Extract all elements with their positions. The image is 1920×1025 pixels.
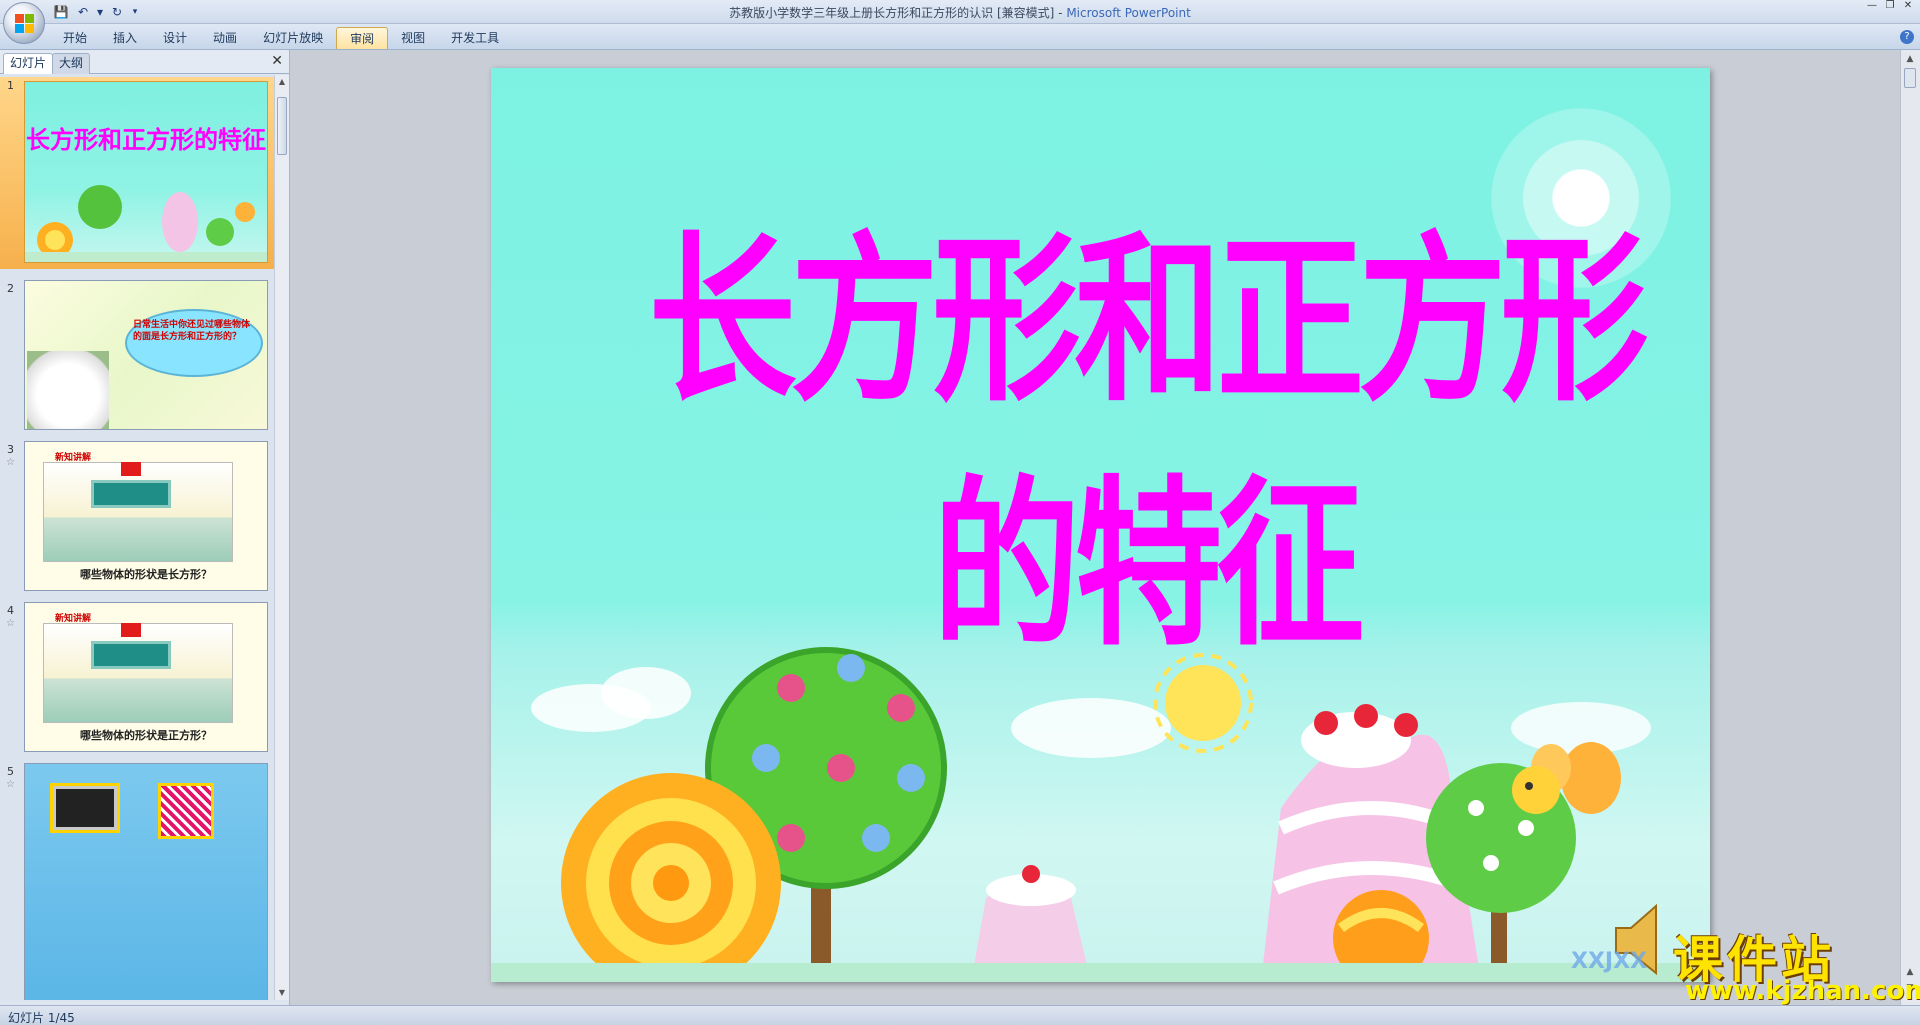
flag-image: [121, 462, 141, 476]
slide-preview: 新知讲解 哪些物体的形状是长方形？: [24, 441, 268, 591]
slide-thumbnail-5[interactable]: 5 ☆: [0, 763, 274, 1000]
slide-thumbnail-4[interactable]: 4 ☆ 新知讲解 哪些物体的形状是正方形？: [0, 602, 274, 754]
title-bar: 💾 ↶ ▾ ↻ ▾ 苏教版小学数学三年级上册长方形和正方形的认识 [兼容模式] …: [0, 0, 1920, 44]
scrollbar-thumb[interactable]: [1904, 68, 1916, 88]
thought-bubble-text: 日常生活中你还见过哪些物体的面是长方形和正方形的？: [133, 320, 251, 342]
slide-thumbnail-2[interactable]: 2 日常生活中你还见过哪些物体的面是长方形和正方形的？: [0, 280, 274, 432]
flag-image: [121, 623, 141, 637]
classroom-image: [43, 623, 233, 723]
tab-home[interactable]: 开始: [50, 27, 100, 49]
classroom-image: [43, 462, 233, 562]
slide-number: 4: [7, 604, 14, 617]
slide-preview: 新知讲解 哪些物体的形状是正方形？: [24, 602, 268, 752]
window-controls: — ❐ ✕: [1864, 1, 1916, 11]
slide-number: 3: [7, 443, 14, 456]
slide-preview: 长方形和正方形的特征: [24, 81, 268, 263]
window-title: 苏教版小学数学三年级上册长方形和正方形的认识 [兼容模式] - Microsof…: [729, 6, 1191, 20]
pane-tabs: 幻灯片 大纲 ✕: [0, 50, 289, 74]
editing-area-scrollbar[interactable]: ▲ ▲ ▼: [1900, 50, 1920, 1005]
current-slide[interactable]: 长方形和正方形的特征 XXJXX: [491, 68, 1710, 982]
office-button[interactable]: [3, 2, 45, 44]
scroll-down-icon[interactable]: ▼: [275, 986, 289, 1000]
animation-star-icon: ☆: [6, 618, 15, 629]
tab-developer[interactable]: 开发工具: [438, 27, 512, 49]
animation-star-icon: ☆: [6, 457, 15, 468]
slide-preview: [24, 763, 268, 1000]
office-logo-icon: [15, 14, 35, 34]
television-image: [53, 786, 117, 830]
minimize-icon[interactable]: —: [1864, 1, 1880, 11]
slides-pane-scrollbar[interactable]: ▲ ▼: [274, 75, 289, 1000]
close-icon[interactable]: ✕: [1900, 1, 1916, 11]
slide-thumbnail-1[interactable]: 1 长方形和正方形的特征: [0, 77, 274, 269]
watermark-brand: 课件站 www.kjzhan.com: [1665, 918, 1920, 1008]
close-icon[interactable]: ✕: [271, 53, 283, 69]
slide-preview-question: 哪些物体的形状是正方形？: [80, 729, 212, 742]
scroll-up-icon[interactable]: ▲: [1904, 54, 1916, 66]
animation-star-icon: ☆: [6, 779, 15, 790]
slide-preview: 日常生活中你还见过哪些物体的面是长方形和正方形的？: [24, 280, 268, 430]
slide-number: 5: [7, 765, 14, 778]
slide-watermark: XXJXX: [1571, 949, 1647, 974]
tab-animations[interactable]: 动画: [200, 27, 250, 49]
blackboard-image: [91, 641, 171, 669]
slide-thumbnail-3[interactable]: 3 ☆ 新知讲解 哪些物体的形状是长方形？: [0, 441, 274, 593]
help-icon[interactable]: ?: [1900, 30, 1914, 44]
restore-icon[interactable]: ❐: [1882, 1, 1898, 11]
blackboard-image: [91, 480, 171, 508]
tab-outline[interactable]: 大纲: [52, 53, 91, 74]
brand-url: www.kjzhan.com: [1685, 976, 1920, 1006]
square-pattern-image: [161, 786, 211, 836]
tab-review[interactable]: 审阅: [336, 27, 389, 49]
slide-number: 2: [7, 282, 14, 295]
tab-slide-show[interactable]: 幻灯片放映: [250, 27, 336, 49]
status-bar: 幻灯片 1/45: [0, 1005, 1920, 1025]
slide-preview-question: 哪些物体的形状是长方形？: [80, 568, 212, 581]
candy-land-illustration: XXJXX: [491, 647, 1710, 982]
tab-design[interactable]: 设计: [150, 27, 200, 49]
slides-pane: 幻灯片 大纲 ✕ 1 长方形和正方形的特征 2 日常生活中你还见过哪些物体的面是…: [0, 50, 290, 1005]
tab-slides[interactable]: 幻灯片: [3, 53, 54, 74]
sheep-character-image: [27, 351, 109, 429]
slide-thumbnails: 1 长方形和正方形的特征 2 日常生活中你还见过哪些物体的面是长方形和正方形的？…: [0, 75, 274, 1000]
tab-insert[interactable]: 插入: [100, 27, 150, 49]
slide-counter: 幻灯片 1/45: [8, 1011, 75, 1025]
scroll-up-icon[interactable]: ▲: [275, 75, 289, 89]
scrollbar-thumb[interactable]: [277, 97, 287, 155]
slide-number: 1: [7, 79, 14, 92]
tab-view[interactable]: 视图: [388, 27, 438, 49]
candy-scenery-image: [25, 185, 267, 262]
ribbon: 开始 插入 设计 动画 幻灯片放映 审阅 视图 开发工具 ?: [0, 24, 1920, 50]
ribbon-tabs: 开始 插入 设计 动画 幻灯片放映 审阅 视图 开发工具: [50, 27, 512, 49]
